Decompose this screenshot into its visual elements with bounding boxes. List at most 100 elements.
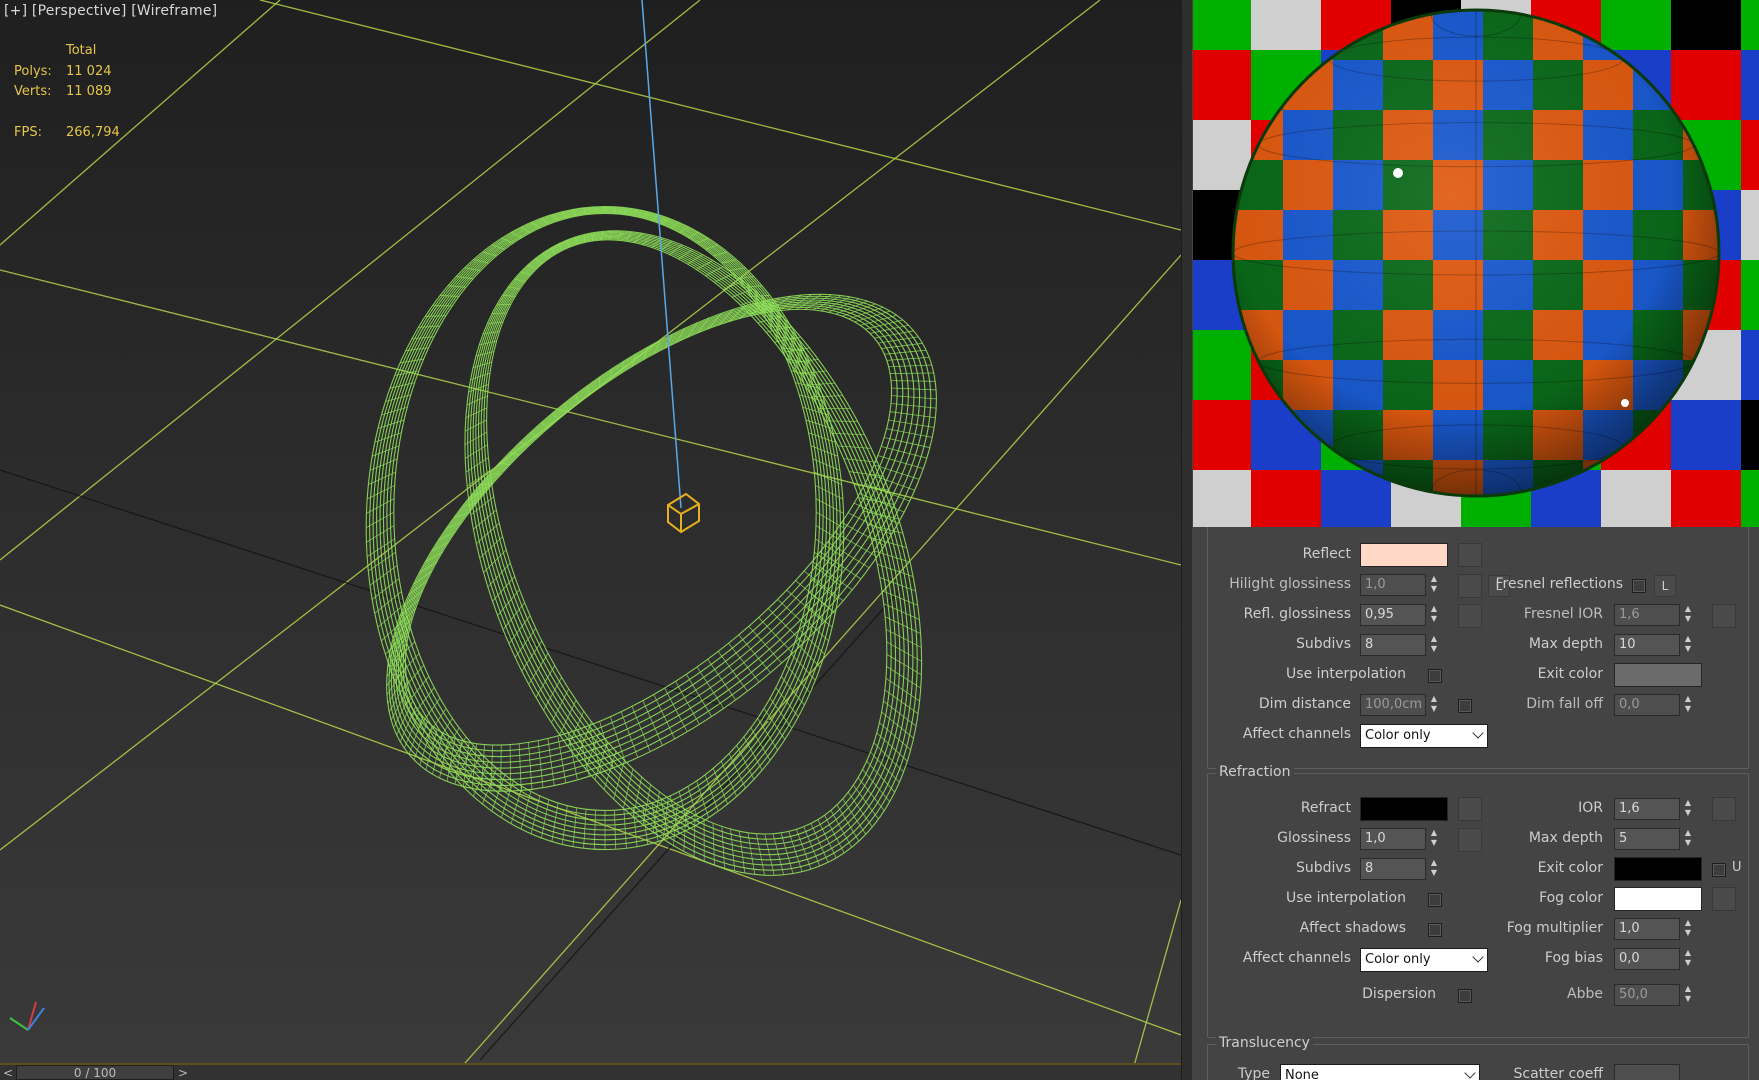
refr-use-interpolation-checkbox[interactable] [1428, 893, 1442, 907]
fresnel-ior-input[interactable]: 1,6 [1614, 604, 1680, 626]
perspective-viewport[interactable]: [+] [Perspective] [Wireframe] Total Poly… [0, 0, 1181, 1080]
torus-ring[interactable] [300, 201, 1023, 884]
refr-glossiness-spinner[interactable]: ▲ ▼ [1428, 828, 1440, 850]
specular-highlight [1393, 168, 1403, 178]
fresnel-reflections-checkbox[interactable] [1632, 579, 1646, 593]
wireframe-rings[interactable] [300, 163, 1023, 943]
translucency-title: Translucency [1216, 1035, 1313, 1051]
refr-subdivs-input[interactable]: 8 [1360, 858, 1426, 880]
reflect-color-swatch[interactable] [1360, 543, 1448, 567]
refl-glossiness-map-button[interactable] [1458, 604, 1482, 628]
fog-bias-spinner[interactable]: ▲ ▼ [1682, 948, 1694, 970]
scatter-coeff-label: Scatter coeff [1513, 1066, 1603, 1080]
refr-exit-color-swatch[interactable] [1614, 857, 1702, 881]
stats-fps-label: FPS: [14, 124, 42, 140]
checker-tile [1601, 470, 1671, 527]
axis-tripod-icon [9, 1001, 45, 1031]
time-slider[interactable]: 0 / 100 [16, 1065, 174, 1080]
ior-map-button[interactable] [1712, 797, 1736, 821]
hilight-glossiness-input[interactable]: 1,0 [1360, 574, 1426, 596]
fog-multiplier-input[interactable]: 1,0 [1614, 918, 1680, 940]
checker-tile [1741, 470, 1759, 527]
refl-subdivs-input[interactable]: 8 [1360, 634, 1426, 656]
dim-distance-input[interactable]: 100,0cm [1360, 694, 1426, 716]
fresnel-reflections-label: Fresnel reflections [1495, 576, 1623, 592]
refl-max-depth-spinner[interactable]: ▲ ▼ [1682, 634, 1694, 656]
viewport-menu-shading[interactable]: [Wireframe] [131, 3, 217, 19]
dispersion-checkbox[interactable] [1458, 989, 1472, 1003]
refl-max-depth-input[interactable]: 10 [1614, 634, 1680, 656]
refl-affect-channels-dropdown[interactable]: Color only [1360, 724, 1488, 748]
fog-bias-input[interactable]: 0,0 [1614, 948, 1680, 970]
abbe-spinner[interactable]: ▲ ▼ [1682, 984, 1694, 1006]
refl-exit-color-swatch[interactable] [1614, 663, 1702, 687]
refract-map-button[interactable] [1458, 797, 1482, 821]
dim-distance-spinner[interactable]: ▲ ▼ [1428, 694, 1440, 716]
chevron-down-icon [1472, 951, 1484, 963]
time-prev-button[interactable]: < [0, 1066, 16, 1080]
checker-tile [1193, 470, 1251, 527]
checker-tile [1193, 400, 1251, 470]
ior-spinner[interactable]: ▲ ▼ [1682, 798, 1694, 820]
viewport-menu-plus[interactable]: [+] [4, 3, 27, 19]
translucency-type-value: None [1285, 1068, 1319, 1080]
hilight-glossiness-spinner[interactable]: ▲ ▼ [1428, 574, 1440, 596]
refract-color-swatch[interactable] [1360, 797, 1448, 821]
time-slider-bar[interactable]: < 0 / 100 > [0, 1063, 1181, 1080]
refl-exit-color-label: Exit color [1537, 666, 1603, 682]
refl-subdivs-spinner[interactable]: ▲ ▼ [1428, 634, 1440, 656]
checker-tile [1741, 0, 1759, 50]
hilight-glossiness-map-button[interactable] [1458, 574, 1482, 598]
stats-total-header: Total [66, 43, 97, 58]
translucency-type-dropdown[interactable]: None [1280, 1064, 1480, 1080]
checker-tile [1193, 0, 1251, 50]
abbe-input[interactable]: 50,0 [1614, 984, 1680, 1006]
refr-glossiness-input[interactable]: 1,0 [1360, 828, 1426, 850]
refr-max-depth-label: Max depth [1528, 830, 1603, 846]
dispersion-label: Dispersion [1362, 986, 1436, 1002]
viewport-label[interactable]: [+] [Perspective] [Wireframe] [4, 3, 217, 19]
fog-color-map-button[interactable] [1712, 887, 1736, 911]
fresnel-lock-button[interactable]: L [1654, 575, 1676, 597]
checker-tile [1671, 50, 1741, 120]
scatter-coeff-input[interactable] [1614, 1064, 1680, 1080]
refl-max-depth-label: Max depth [1528, 636, 1603, 652]
refl-glossiness-spinner[interactable]: ▲ ▼ [1428, 604, 1440, 626]
refl-use-interpolation-checkbox[interactable] [1428, 669, 1442, 683]
affect-shadows-label: Affect shadows [1299, 920, 1406, 936]
dummy-gizmo[interactable] [667, 492, 700, 534]
dim-falloff-spinner[interactable]: ▲ ▼ [1682, 694, 1694, 716]
fog-multiplier-spinner[interactable]: ▲ ▼ [1682, 918, 1694, 940]
refl-glossiness-input[interactable]: 0,95 [1360, 604, 1426, 626]
refr-exit-color-checkbox[interactable] [1712, 863, 1726, 877]
fog-multiplier-label: Fog multiplier [1506, 920, 1603, 936]
material-preview [1193, 0, 1759, 527]
refr-glossiness-map-button[interactable] [1458, 828, 1482, 852]
refl-affect-channels-label: Affect channels [1242, 726, 1351, 742]
refr-max-depth-input[interactable]: 5 [1614, 828, 1680, 850]
viewport-canvas[interactable] [0, 0, 1181, 1080]
refr-subdivs-spinner[interactable]: ▲ ▼ [1428, 858, 1440, 880]
dim-distance-label: Dim distance [1258, 696, 1351, 712]
stats-verts-value: 11 089 [66, 84, 112, 99]
dim-distance-checkbox[interactable] [1458, 699, 1472, 713]
dim-falloff-input[interactable]: 0,0 [1614, 694, 1680, 716]
viewport-menu-perspective[interactable]: [Perspective] [32, 3, 127, 19]
fresnel-ior-spinner[interactable]: ▲ ▼ [1682, 604, 1694, 626]
refraction-title: Refraction [1216, 764, 1294, 780]
refr-affect-channels-dropdown[interactable]: Color only [1360, 948, 1488, 972]
panel-splitter[interactable] [1181, 0, 1193, 1080]
refract-label: Refract [1300, 800, 1351, 816]
reflect-map-button[interactable] [1458, 543, 1482, 567]
refr-max-depth-spinner[interactable]: ▲ ▼ [1682, 828, 1694, 850]
checker-tile [1193, 120, 1251, 190]
fog-color-swatch[interactable] [1614, 887, 1702, 911]
checker-tile [1671, 400, 1741, 470]
ior-input[interactable]: 1,6 [1614, 798, 1680, 820]
refr-glossiness-label: Glossiness [1277, 830, 1351, 846]
time-next-button[interactable]: > [175, 1066, 191, 1080]
affect-shadows-checkbox[interactable] [1428, 923, 1442, 937]
fresnel-ior-map-button[interactable] [1712, 604, 1736, 628]
checker-tile [1741, 260, 1759, 330]
refr-exit-u-label: U [1732, 860, 1742, 875]
